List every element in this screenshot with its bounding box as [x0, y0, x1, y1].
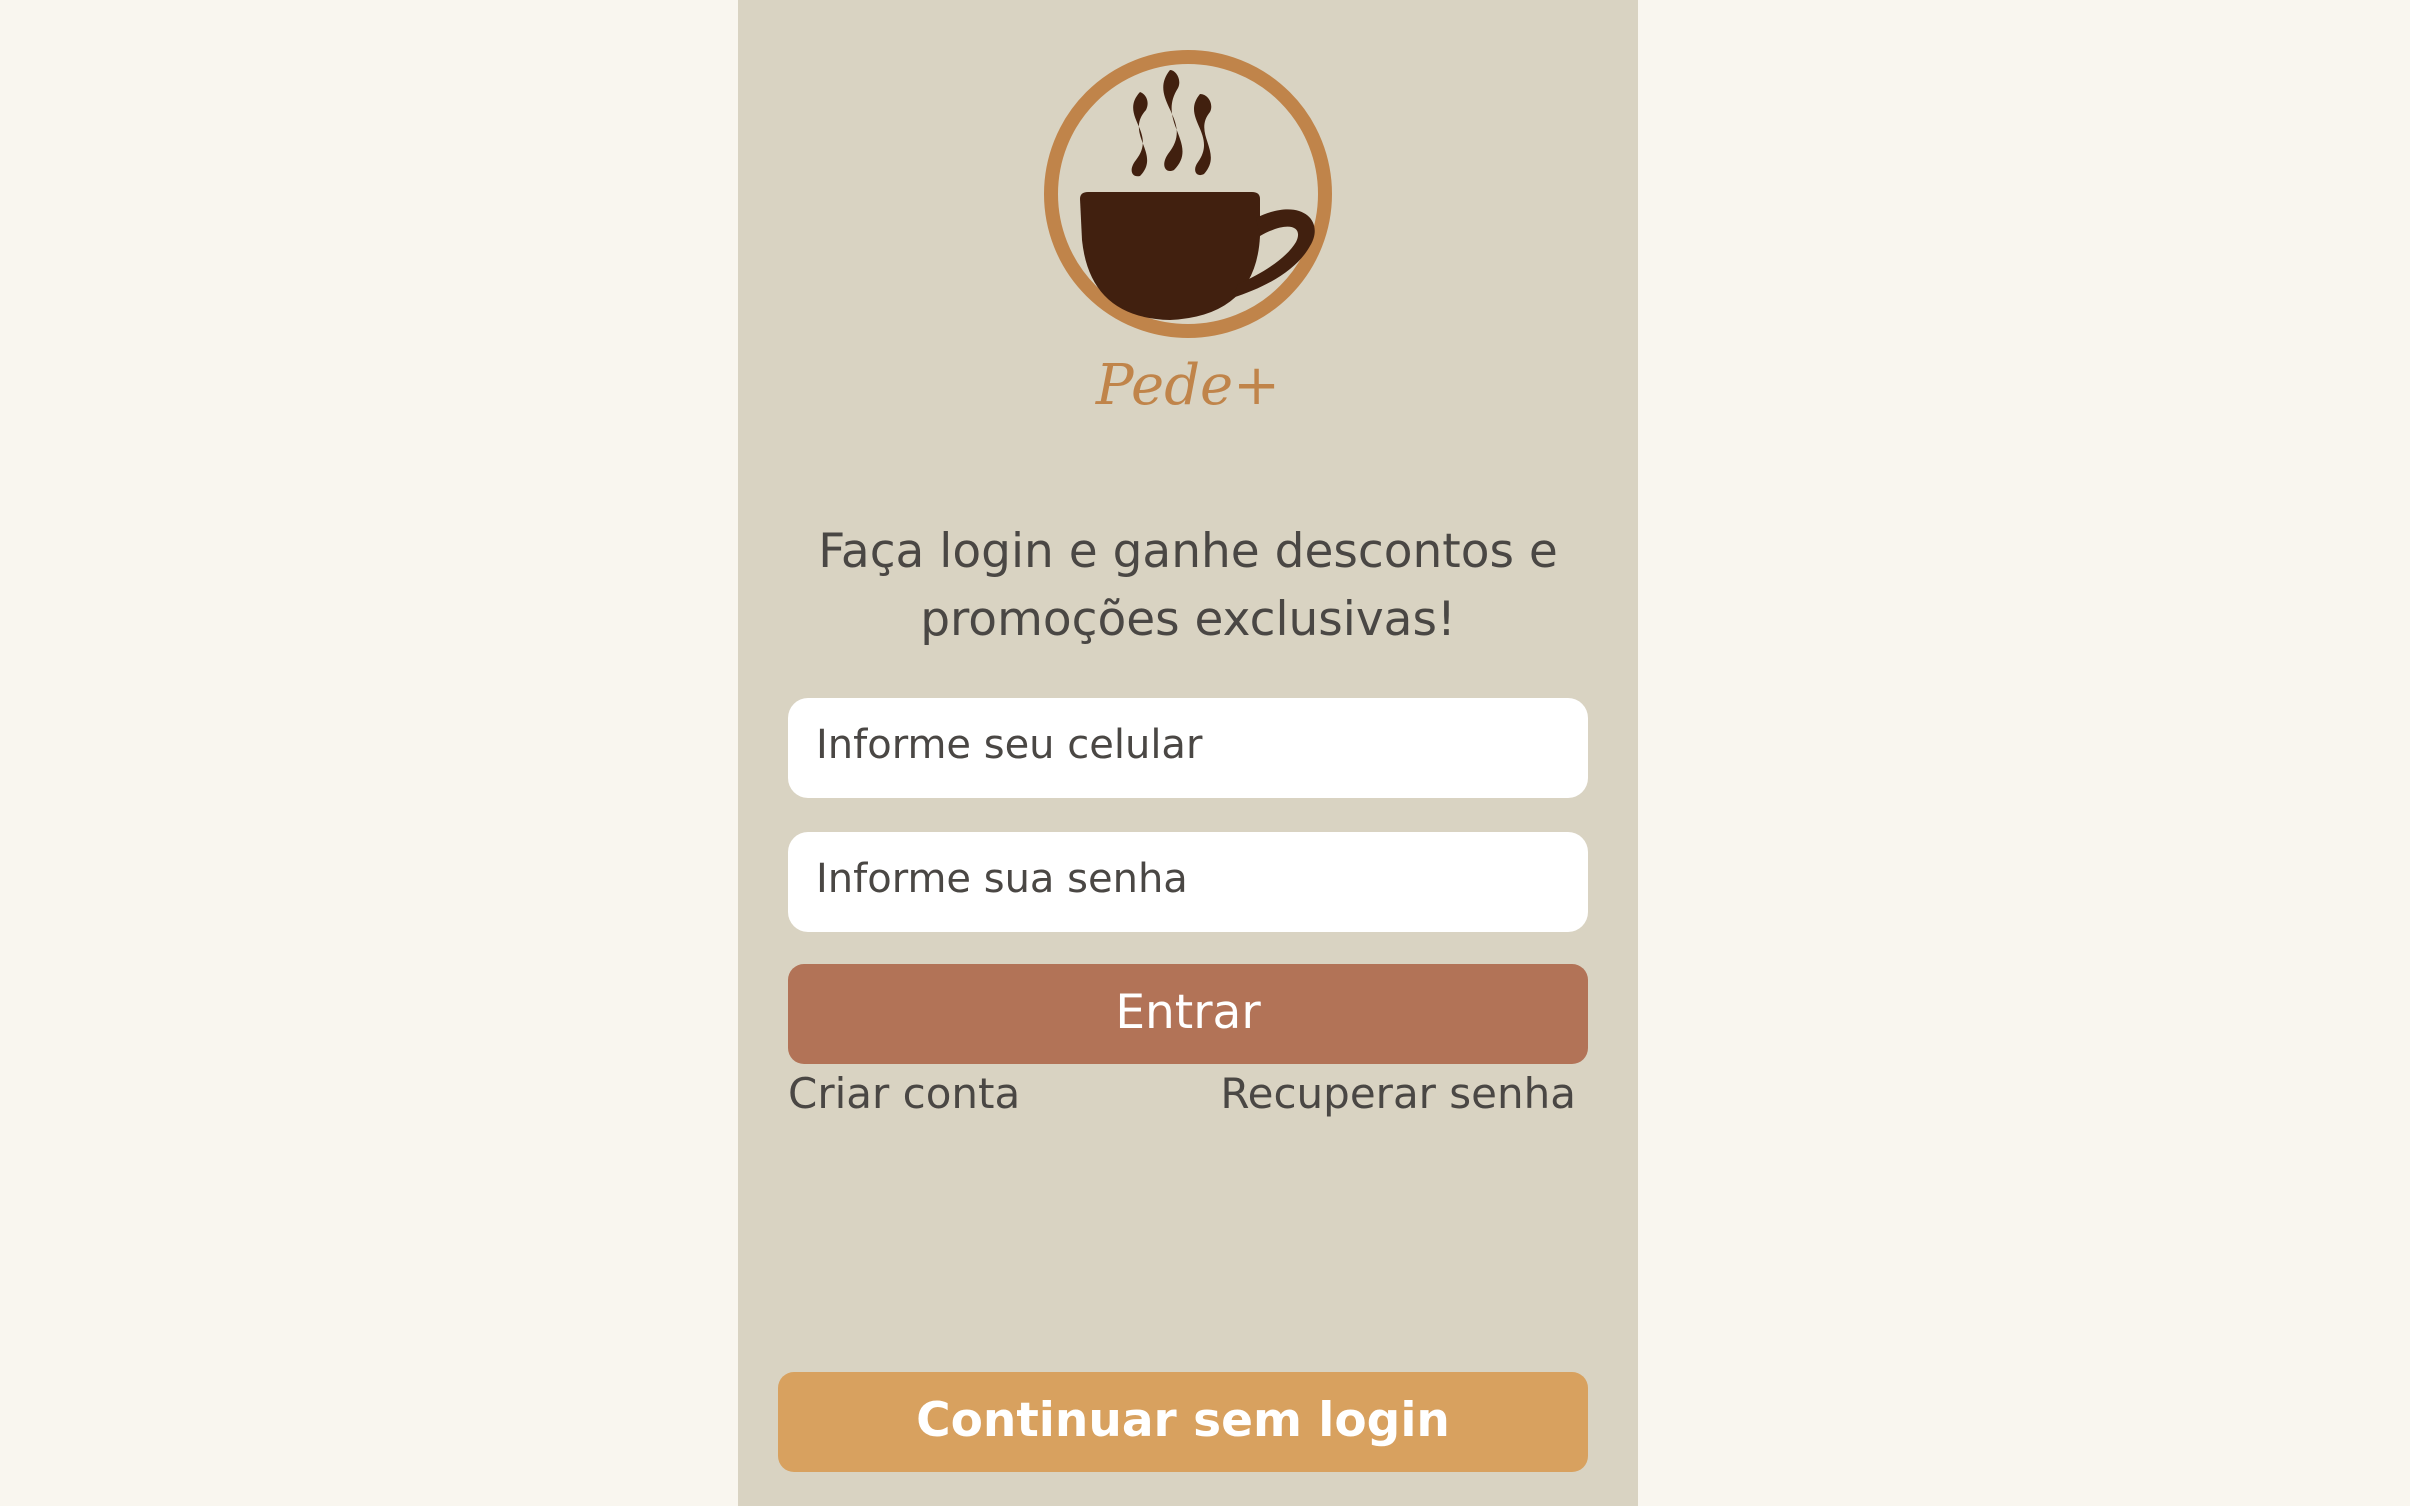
password-input[interactable] [816, 856, 1560, 902]
login-panel: Pede+ Faça login e ganhe descontos e pro… [738, 0, 1638, 1506]
recover-password-link[interactable]: Recuperar senha [1220, 1066, 1576, 1122]
password-field[interactable] [788, 832, 1588, 932]
login-button[interactable]: Entrar [788, 964, 1588, 1064]
brand-wordmark: Pede+ [1095, 353, 1281, 418]
brand-logo: Pede+ [1020, 36, 1356, 426]
phone-field[interactable] [788, 698, 1588, 798]
phone-input[interactable] [816, 722, 1560, 768]
continue-without-login-button[interactable]: Continuar sem login [778, 1372, 1588, 1472]
create-account-link[interactable]: Criar conta [788, 1066, 1020, 1122]
login-headline: Faça login e ganhe descontos e promoções… [818, 524, 1558, 647]
